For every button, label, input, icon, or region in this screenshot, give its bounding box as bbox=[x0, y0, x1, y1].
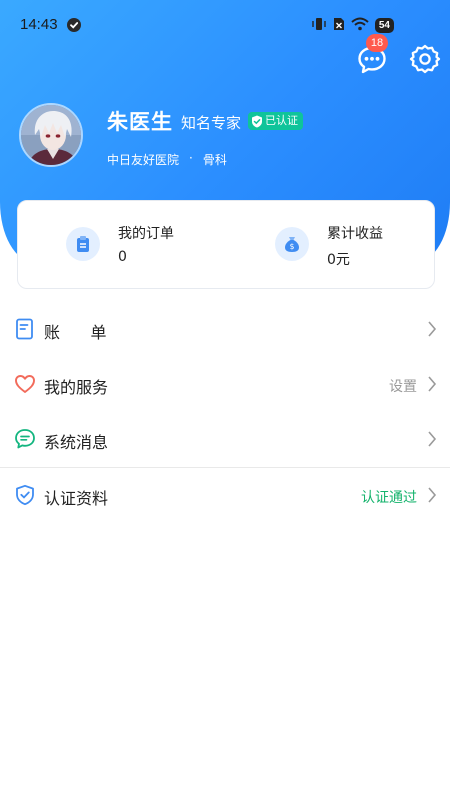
status-time: 14:43 bbox=[20, 16, 58, 33]
settings-button[interactable] bbox=[408, 42, 442, 76]
clipboard-icon bbox=[66, 227, 100, 261]
stat-orders[interactable]: 我的订单 0 bbox=[18, 201, 227, 290]
stat-earnings-value: 0元 bbox=[327, 252, 350, 268]
sim-off-icon bbox=[333, 16, 345, 35]
money-bag-icon: $ bbox=[275, 227, 309, 261]
battery-indicator: 54 bbox=[374, 17, 394, 33]
certification-status: 认证通过 bbox=[361, 490, 417, 506]
menu-item-label: 账 单 bbox=[44, 323, 107, 342]
bill-icon bbox=[14, 318, 36, 340]
vibrate-icon bbox=[311, 16, 327, 35]
svg-text:$: $ bbox=[290, 242, 295, 251]
avatar[interactable] bbox=[19, 103, 83, 167]
menu-item-my-services[interactable]: 我的服务 设置 bbox=[0, 357, 450, 412]
menu-item-label: 认证资料 bbox=[44, 489, 109, 508]
wifi-icon bbox=[351, 16, 369, 35]
menu-item-label: 我的服务 bbox=[44, 378, 109, 397]
menu-item-system-messages[interactable]: 系统消息 bbox=[0, 412, 450, 467]
chevron-right-icon bbox=[427, 486, 437, 504]
stat-earnings-label: 累计收益 bbox=[327, 226, 383, 242]
shield-check-icon bbox=[14, 484, 36, 506]
hospital-separator: · bbox=[189, 151, 193, 165]
doctor-name: 朱医生 bbox=[107, 110, 173, 134]
stat-orders-value: 0 bbox=[118, 249, 127, 265]
heart-icon bbox=[14, 373, 36, 395]
menu-item-bills[interactable]: 账 单 bbox=[0, 302, 450, 357]
hospital-name: 中日友好医院 bbox=[107, 153, 180, 167]
stat-earnings[interactable]: $ 累计收益 0元 bbox=[227, 201, 436, 290]
chevron-right-icon bbox=[427, 430, 437, 448]
menu-item-certification[interactable]: 认证资料 认证通过 bbox=[0, 468, 450, 523]
chat-icon bbox=[14, 428, 36, 450]
department-name: 骨科 bbox=[202, 153, 227, 167]
message-count-badge: 18 bbox=[366, 34, 388, 52]
chevron-right-icon bbox=[427, 375, 437, 393]
status-icons: 54 bbox=[311, 16, 394, 34]
hospital-info: 中日友好医院 · 骨科 bbox=[107, 151, 227, 168]
menu-item-value: 设置 bbox=[389, 379, 417, 395]
menu-item-label: 系统消息 bbox=[44, 433, 109, 452]
notification-check-icon bbox=[67, 18, 81, 32]
doctor-title: 知名专家 bbox=[181, 114, 242, 132]
verified-shield-icon bbox=[252, 115, 262, 127]
verified-badge: 已认证 bbox=[248, 112, 303, 130]
gear-icon bbox=[409, 44, 441, 74]
verified-label: 已认证 bbox=[265, 114, 298, 127]
chevron-right-icon bbox=[427, 320, 437, 338]
stats-card: 我的订单 0 $ 累计收益 0元 bbox=[17, 200, 435, 289]
menu-list: 账 单 我的服务 设置 系统消息 认证资料 认证通过 bbox=[0, 302, 450, 523]
stat-orders-label: 我的订单 bbox=[118, 226, 174, 242]
